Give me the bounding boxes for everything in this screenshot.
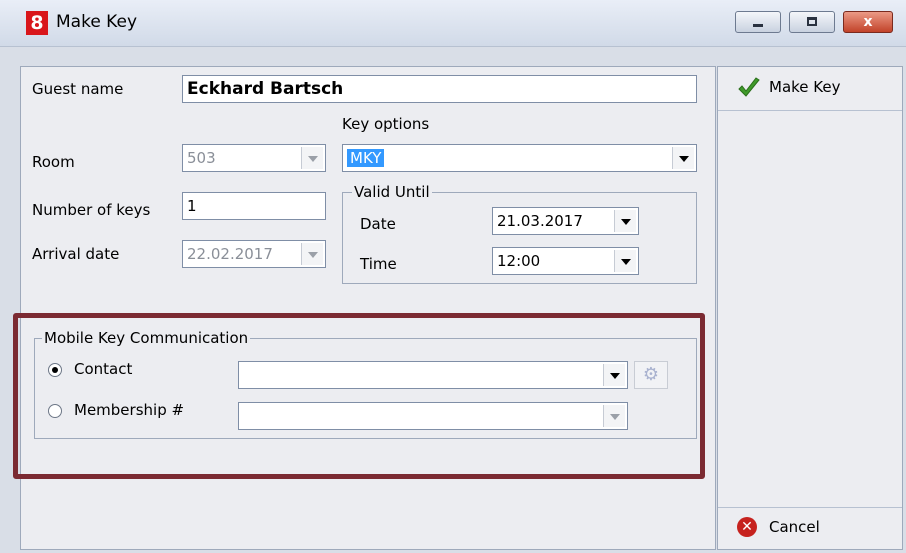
key-options-label: Key options	[342, 115, 430, 133]
key-options-select[interactable]: MKY	[342, 144, 697, 172]
date-label: Date	[360, 215, 396, 233]
close-icon: x	[863, 14, 873, 30]
cancel-button[interactable]: ✕ Cancel	[717, 508, 903, 548]
window-title: Make Key	[56, 12, 138, 32]
valid-until-time-value: 12:00	[497, 252, 541, 270]
maximize-icon	[807, 17, 817, 26]
close-button[interactable]: x	[843, 11, 893, 33]
valid-until-date-select[interactable]: 21.03.2017	[492, 207, 639, 235]
valid-until-date-value: 21.03.2017	[497, 212, 583, 230]
number-of-keys-field[interactable]: 1	[182, 192, 326, 220]
maximize-button[interactable]	[789, 11, 835, 33]
checkmark-icon	[738, 77, 760, 97]
arrival-date-value: 22.02.2017	[187, 245, 273, 263]
cancel-label: Cancel	[769, 518, 820, 536]
make-key-window: 8 Make Key x Guest name Eckhard Bartsch …	[0, 0, 906, 553]
room-label: Room	[32, 153, 75, 171]
guest-name-label: Guest name	[32, 80, 124, 98]
arrival-date-label: Arrival date	[32, 245, 120, 263]
minimize-button[interactable]	[735, 11, 781, 33]
room-value: 503	[187, 149, 216, 167]
key-options-value: MKY	[347, 149, 385, 167]
chevron-down-icon	[301, 243, 323, 265]
divider	[718, 110, 902, 111]
highlight-frame	[13, 313, 705, 479]
chevron-down-icon[interactable]	[672, 147, 694, 169]
time-label: Time	[360, 255, 397, 273]
cancel-icon: ✕	[737, 517, 757, 537]
valid-until-time-select[interactable]: 12:00	[492, 247, 639, 275]
room-select: 503	[182, 144, 326, 172]
arrival-date-select: 22.02.2017	[182, 240, 326, 268]
app-icon: 8	[26, 11, 48, 35]
make-key-button[interactable]: Make Key	[717, 68, 903, 108]
chevron-down-icon[interactable]	[614, 210, 636, 232]
valid-until-label: Valid Until	[352, 183, 432, 201]
chevron-down-icon	[301, 147, 323, 169]
make-key-label: Make Key	[769, 78, 841, 96]
guest-name-field[interactable]: Eckhard Bartsch	[182, 75, 697, 103]
number-of-keys-label: Number of keys	[32, 201, 151, 219]
action-panel	[717, 66, 903, 550]
chevron-down-icon[interactable]	[614, 250, 636, 272]
minimize-icon	[753, 24, 763, 27]
title-bar: 8 Make Key x	[0, 0, 906, 47]
